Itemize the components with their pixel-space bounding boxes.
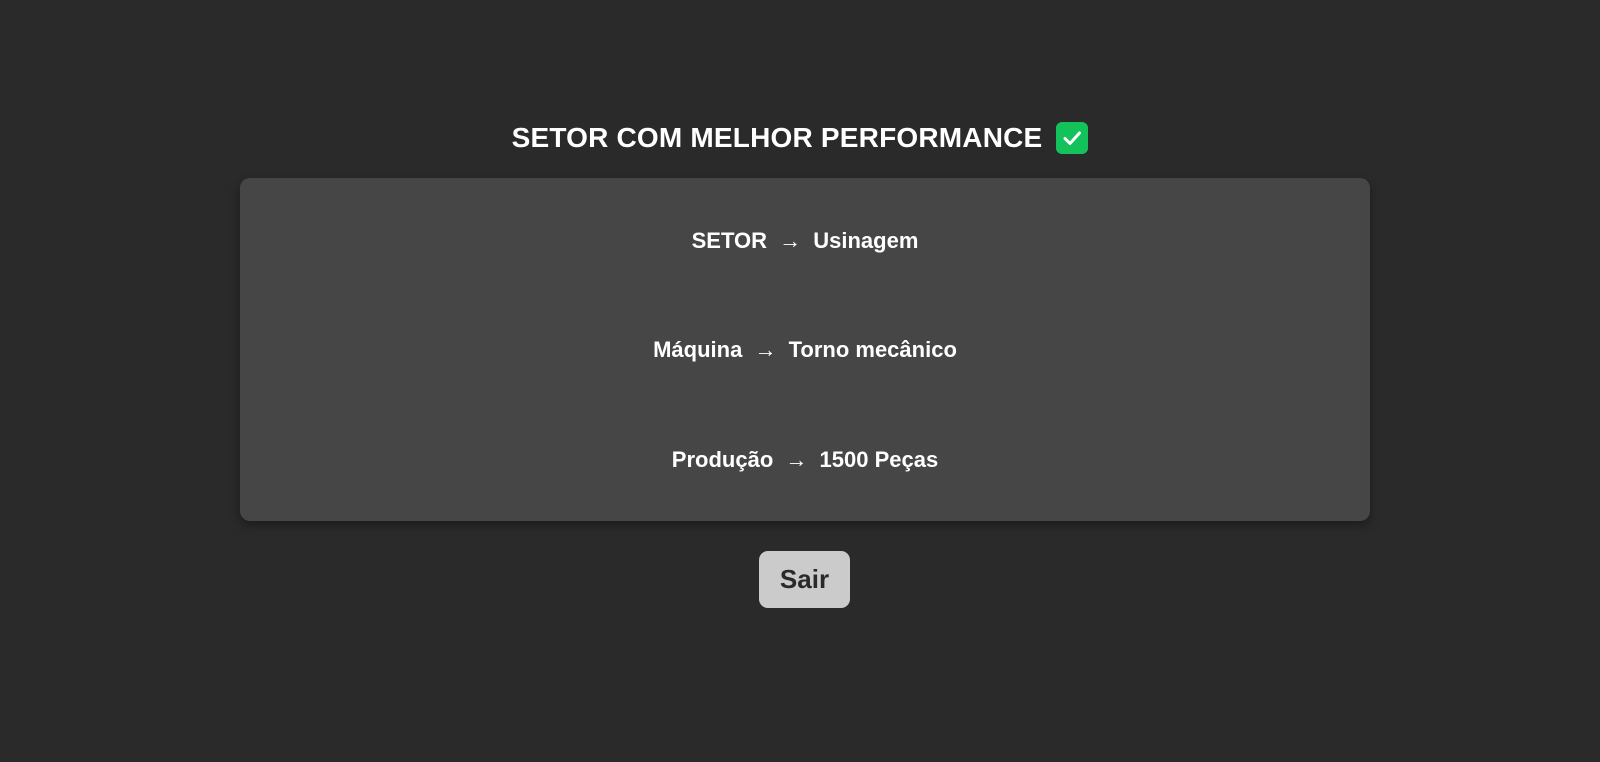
sector-row: SETOR → Usinagem [240, 228, 1370, 254]
machine-label: Máquina [653, 337, 743, 362]
sector-value: Usinagem [813, 228, 919, 253]
app-container: SETOR COM MELHOR PERFORMANCE SETOR → Usi… [0, 0, 1600, 762]
performance-card: SETOR → Usinagem Máquina → Torno mecânic… [240, 178, 1370, 521]
exit-button[interactable]: Sair [759, 551, 850, 608]
check-mark-glyph [1063, 131, 1082, 145]
machine-value: Torno mecânico [788, 337, 957, 362]
production-label: Produção [671, 447, 774, 472]
machine-row: Máquina → Torno mecânico [240, 337, 1370, 363]
machine-arrow: → [754, 337, 777, 362]
production-row: Produção → 1500 Peças [240, 447, 1370, 473]
title-row: SETOR COM MELHOR PERFORMANCE [0, 118, 1600, 158]
sector-arrow: → [779, 228, 802, 253]
production-arrow: → [785, 447, 808, 472]
page-title: SETOR COM MELHOR PERFORMANCE [511, 122, 1043, 153]
sector-label: SETOR [691, 228, 767, 253]
check-mark-icon [1056, 122, 1089, 154]
production-value: 1500 Peças [819, 447, 939, 472]
